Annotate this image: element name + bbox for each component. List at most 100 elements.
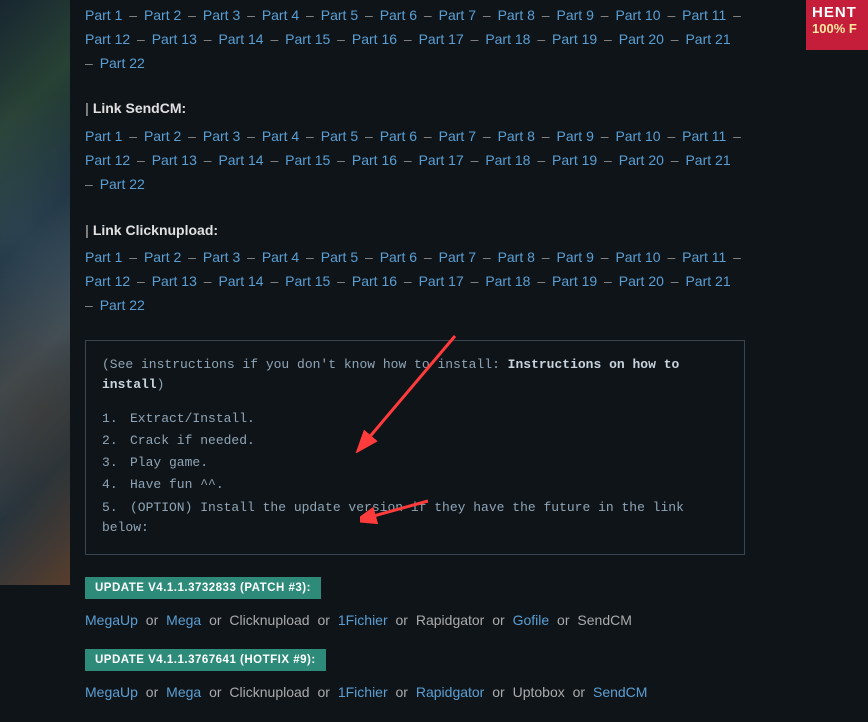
part-link[interactable]: Part 19 xyxy=(552,273,597,289)
part-link[interactable]: Part 15 xyxy=(285,152,330,168)
part-links-row: Part 1 – Part 2 – Part 3 – Part 4 – Part… xyxy=(85,246,745,317)
part-link[interactable]: Part 9 xyxy=(557,128,594,144)
part-link[interactable]: Part 14 xyxy=(218,152,263,168)
part-link[interactable]: Part 4 xyxy=(262,7,299,23)
part-link[interactable]: Part 15 xyxy=(285,31,330,47)
part-link[interactable]: Part 3 xyxy=(203,249,240,265)
part-link[interactable]: Part 16 xyxy=(352,152,397,168)
or-separator: or xyxy=(142,684,162,700)
part-link[interactable]: Part 3 xyxy=(203,7,240,23)
part-link[interactable]: Part 14 xyxy=(218,273,263,289)
part-link[interactable]: Part 22 xyxy=(100,176,145,192)
part-link[interactable]: Part 21 xyxy=(685,273,730,289)
part-link[interactable]: Part 4 xyxy=(262,249,299,265)
part-link[interactable]: Part 12 xyxy=(85,152,130,168)
part-link[interactable]: Part 5 xyxy=(321,249,358,265)
part-link[interactable]: Part 16 xyxy=(352,273,397,289)
separator: – xyxy=(200,273,216,289)
part-link[interactable]: Part 17 xyxy=(419,152,464,168)
part-link[interactable]: Part 12 xyxy=(85,273,130,289)
part-link[interactable]: Part 3 xyxy=(203,128,240,144)
part-link[interactable]: Part 18 xyxy=(485,152,530,168)
part-link[interactable]: Part 17 xyxy=(419,273,464,289)
instruction-step: Have fun ^^. xyxy=(102,475,728,495)
part-link[interactable]: Part 19 xyxy=(552,31,597,47)
part-link[interactable]: Part 4 xyxy=(262,128,299,144)
update-badge: UPDATE V4.1.1.3732833 (PATCH #3): xyxy=(85,577,321,599)
part-link[interactable]: Part 10 xyxy=(615,7,660,23)
part-link[interactable]: Part 13 xyxy=(152,31,197,47)
separator: – xyxy=(243,249,259,265)
mirror-link[interactable]: MegaUp xyxy=(85,612,138,628)
part-link[interactable]: Part 11 xyxy=(682,128,726,144)
part-link[interactable]: Part 21 xyxy=(685,31,730,47)
ad-text-1: HENT xyxy=(812,4,862,21)
part-link[interactable]: Part 8 xyxy=(498,7,535,23)
part-link[interactable]: Part 18 xyxy=(485,273,530,289)
part-link[interactable]: Part 5 xyxy=(321,128,358,144)
part-link[interactable]: Part 8 xyxy=(498,128,535,144)
part-link[interactable]: Part 13 xyxy=(152,273,197,289)
mirror-link[interactable]: Mega xyxy=(166,612,201,628)
part-link[interactable]: Part 12 xyxy=(85,31,130,47)
part-link[interactable]: Part 22 xyxy=(100,297,145,313)
separator: – xyxy=(333,152,349,168)
part-link[interactable]: Part 19 xyxy=(552,152,597,168)
separator: – xyxy=(597,128,613,144)
part-link[interactable]: Part 15 xyxy=(285,273,330,289)
part-link[interactable]: Part 20 xyxy=(619,273,664,289)
sidebar-ad[interactable]: HENT 100% F xyxy=(806,0,868,50)
part-link[interactable]: Part 8 xyxy=(498,249,535,265)
separator: – xyxy=(133,273,149,289)
part-link[interactable]: Part 6 xyxy=(380,7,417,23)
part-link[interactable]: Part 7 xyxy=(439,7,476,23)
part-link[interactable]: Part 11 xyxy=(682,249,726,265)
part-link[interactable]: Part 14 xyxy=(218,31,263,47)
separator: – xyxy=(361,128,377,144)
part-link[interactable]: Part 1 xyxy=(85,128,122,144)
mirror-link[interactable]: Mega xyxy=(166,684,201,700)
part-link[interactable]: Part 16 xyxy=(352,31,397,47)
mirror-link[interactable]: 1Fichier xyxy=(338,684,388,700)
mirror-link[interactable]: MegaUp xyxy=(85,684,138,700)
link-group-label: Link Clicknupload: xyxy=(85,219,745,243)
part-link[interactable]: Part 20 xyxy=(619,152,664,168)
instruction-step: (OPTION) Install the update version if t… xyxy=(102,498,728,538)
part-link[interactable]: Part 6 xyxy=(380,249,417,265)
part-link[interactable]: Part 9 xyxy=(557,249,594,265)
mirror-link[interactable]: SendCM xyxy=(593,684,647,700)
part-link[interactable]: Part 9 xyxy=(557,7,594,23)
mirror-link[interactable]: Gofile xyxy=(513,612,550,628)
part-link[interactable]: Part 11 xyxy=(682,7,726,23)
part-link[interactable]: Part 21 xyxy=(685,152,730,168)
separator: – xyxy=(133,31,149,47)
part-link[interactable]: Part 1 xyxy=(85,249,122,265)
separator: – xyxy=(664,249,680,265)
instructions-list: Extract/Install.Crack if needed.Play gam… xyxy=(102,409,728,538)
part-link[interactable]: Part 18 xyxy=(485,31,530,47)
link-group: Link SendCM:Part 1 – Part 2 – Part 3 – P… xyxy=(85,97,745,196)
part-link[interactable]: Part 22 xyxy=(100,55,145,71)
part-link[interactable]: Part 2 xyxy=(144,128,181,144)
part-link[interactable]: Part 13 xyxy=(152,152,197,168)
separator: – xyxy=(479,7,495,23)
separator: – xyxy=(200,31,216,47)
part-link[interactable]: Part 6 xyxy=(380,128,417,144)
separator: – xyxy=(267,31,283,47)
part-link[interactable]: Part 10 xyxy=(615,249,660,265)
mirror-link[interactable]: 1Fichier xyxy=(338,612,388,628)
part-link[interactable]: Part 1 xyxy=(85,7,122,23)
part-link[interactable]: Part 17 xyxy=(419,31,464,47)
part-link[interactable]: Part 5 xyxy=(321,7,358,23)
part-link[interactable]: Part 20 xyxy=(619,31,664,47)
separator: – xyxy=(333,273,349,289)
part-link[interactable]: Part 7 xyxy=(439,128,476,144)
main-content: Part 1 – Part 2 – Part 3 – Part 4 – Part… xyxy=(85,0,745,722)
part-link[interactable]: Part 2 xyxy=(144,249,181,265)
part-link[interactable]: Part 10 xyxy=(615,128,660,144)
or-separator: or xyxy=(569,684,589,700)
or-separator: or xyxy=(488,612,508,628)
part-link[interactable]: Part 7 xyxy=(439,249,476,265)
part-link[interactable]: Part 2 xyxy=(144,7,181,23)
mirror-link[interactable]: Rapidgator xyxy=(416,684,485,700)
